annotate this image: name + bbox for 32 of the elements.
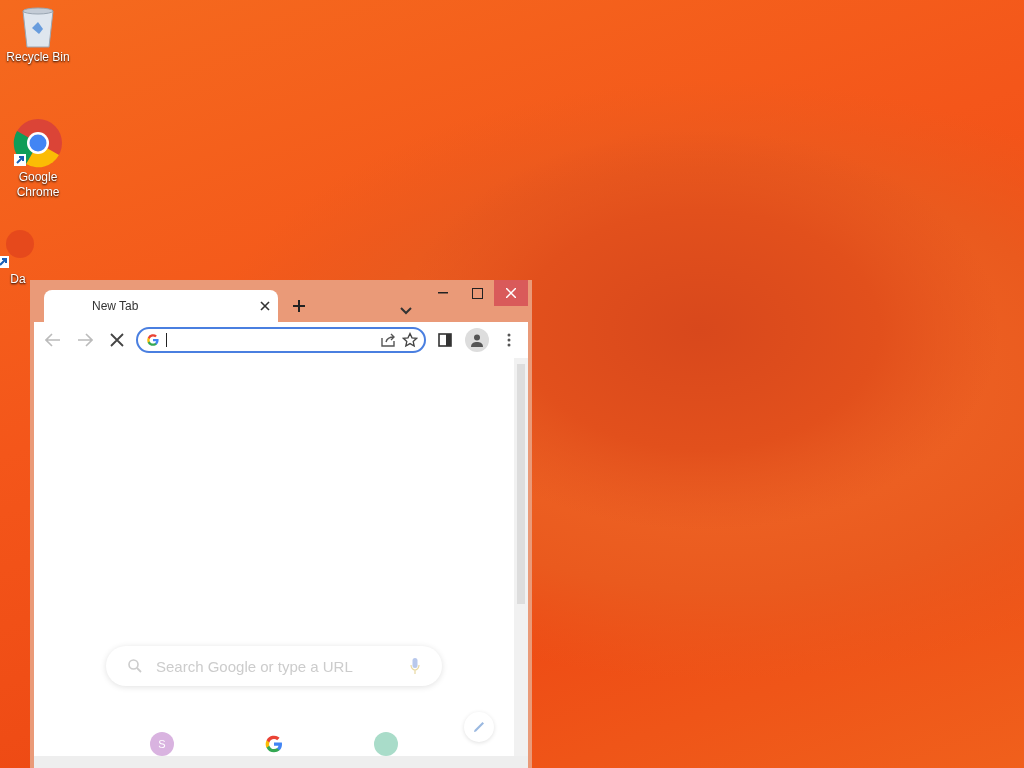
star-icon[interactable] bbox=[402, 332, 418, 348]
chrome-logo-icon bbox=[13, 118, 63, 168]
close-button[interactable] bbox=[494, 280, 528, 306]
tab-title: New Tab bbox=[92, 299, 139, 313]
close-icon[interactable] bbox=[260, 301, 270, 311]
browser-tab[interactable]: New Tab bbox=[44, 290, 278, 322]
desktop-icon-label[interactable]: Recycle Bin bbox=[6, 50, 70, 65]
back-arrow-icon bbox=[45, 333, 61, 347]
person-icon bbox=[470, 333, 484, 347]
maximize-icon bbox=[471, 287, 483, 299]
more-vertical-icon bbox=[507, 333, 511, 347]
minimize-icon bbox=[438, 292, 448, 294]
forward-arrow-icon bbox=[77, 333, 93, 347]
google-logo-icon bbox=[146, 333, 160, 347]
side-panel-icon bbox=[438, 333, 452, 347]
vertical-scrollbar[interactable] bbox=[514, 358, 528, 756]
horizontal-scrollbar[interactable] bbox=[34, 756, 528, 768]
share-icon[interactable] bbox=[380, 333, 396, 347]
chevron-down-icon bbox=[400, 307, 412, 315]
desktop-icon-label[interactable]: Google Chrome bbox=[3, 170, 73, 200]
close-icon bbox=[506, 288, 516, 298]
close-icon bbox=[110, 333, 124, 347]
recycle-bin-icon bbox=[20, 6, 56, 48]
plus-icon bbox=[292, 299, 306, 313]
pencil-icon bbox=[473, 721, 485, 733]
address-bar[interactable] bbox=[136, 327, 426, 353]
desktop-icon-label[interactable]: Da bbox=[10, 272, 26, 287]
search-icon bbox=[128, 659, 142, 673]
shortcut-tile[interactable]: S bbox=[150, 732, 174, 756]
shortcut-tile[interactable] bbox=[374, 732, 398, 756]
profile-button[interactable] bbox=[464, 327, 490, 353]
google-logo-icon bbox=[264, 734, 284, 754]
